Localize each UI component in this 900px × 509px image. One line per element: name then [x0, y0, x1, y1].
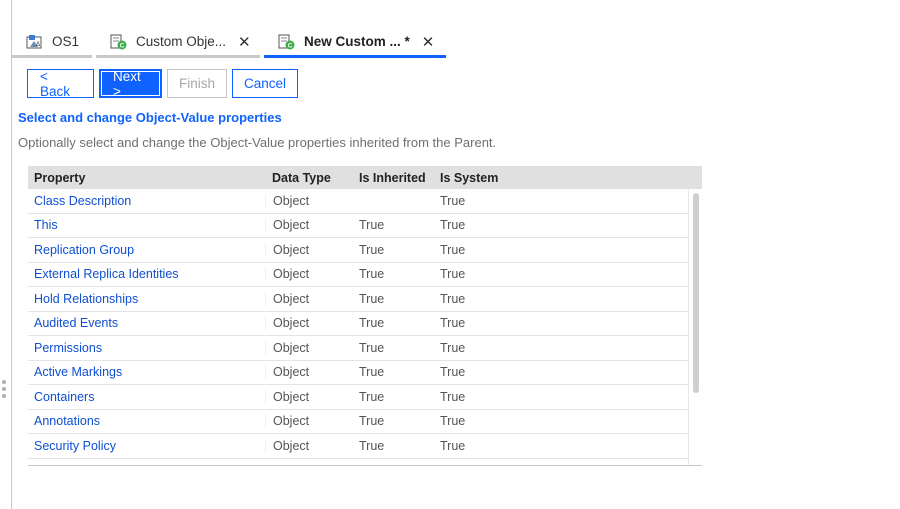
property-name-link[interactable]: Audited Events: [28, 316, 265, 330]
property-name-link[interactable]: This: [28, 218, 265, 232]
data-type-cell: Object: [265, 291, 352, 306]
object-store-icon: Δ: [26, 34, 44, 50]
is-inherited-cell: True: [359, 291, 385, 306]
property-name-link[interactable]: Annotations: [28, 414, 265, 428]
is-inherited-cell: True: [359, 218, 385, 233]
svg-text:C: C: [120, 42, 125, 49]
table-row[interactable]: Active Markings Object True True: [28, 361, 688, 385]
is-system-cell: True: [440, 438, 466, 453]
data-type-cell: Object: [265, 218, 352, 233]
is-inherited-cell: True: [359, 389, 385, 404]
table-row[interactable]: Replication Group Object True True: [28, 238, 688, 263]
table-row[interactable]: This Object True True: [28, 214, 688, 238]
class-definition-icon: C: [110, 34, 128, 50]
properties-table: Property Data Type Is Inherited Is Syste…: [28, 166, 702, 466]
column-header-is-inherited[interactable]: Is Inherited: [352, 171, 434, 185]
is-inherited-cell: True: [359, 414, 385, 429]
table-row[interactable]: Annotations Object True True: [28, 410, 688, 434]
is-system-cell: True: [440, 193, 466, 208]
table-body: Class Description Object True This Objec…: [28, 189, 702, 465]
cancel-button[interactable]: Cancel: [232, 69, 298, 98]
wizard-toolbar: < Back Next > Finish Cancel: [27, 69, 303, 99]
tab-bar: Δ OS1 C Custom Obje... ✕ C New Custom ..…: [12, 28, 450, 58]
property-name-link[interactable]: Class Description: [28, 194, 265, 208]
tab-label: OS1: [52, 34, 80, 49]
column-header-property[interactable]: Property: [28, 171, 265, 185]
left-panel-edge: [0, 0, 12, 509]
svg-text:C: C: [288, 42, 293, 49]
is-system-cell: True: [440, 242, 466, 257]
tab-label: New Custom ... *: [304, 34, 410, 49]
property-name-link[interactable]: Permissions: [28, 341, 265, 355]
is-inherited-cell: True: [359, 365, 385, 380]
column-header-is-system[interactable]: Is System: [434, 171, 514, 185]
is-system-cell: True: [440, 389, 466, 404]
table-row[interactable]: Class Description Object True: [28, 189, 688, 214]
svg-text:Δ: Δ: [36, 42, 40, 48]
property-name-link[interactable]: Containers: [28, 390, 265, 404]
is-inherited-cell: True: [359, 242, 385, 257]
is-system-cell: True: [440, 218, 466, 233]
tab-label: Custom Obje...: [136, 34, 227, 49]
data-type-cell: Object: [265, 242, 352, 257]
table-row[interactable]: External Replica Identities Object True …: [28, 263, 688, 287]
table-row[interactable]: Containers Object True True: [28, 385, 688, 410]
is-system-cell: True: [440, 316, 466, 331]
table-row[interactable]: Audited Events Object True True: [28, 312, 688, 336]
table-row[interactable]: Permissions Object True True: [28, 336, 688, 361]
data-type-cell: Object: [265, 365, 352, 380]
tab-new-custom-object[interactable]: C New Custom ... * ✕: [264, 28, 446, 58]
is-system-cell: True: [440, 365, 466, 380]
tab-os1[interactable]: Δ OS1: [12, 28, 92, 58]
is-inherited-cell: True: [359, 316, 385, 331]
data-type-cell: Object: [265, 414, 352, 429]
property-name-link[interactable]: Replication Group: [28, 243, 265, 257]
is-inherited-cell: True: [359, 438, 385, 453]
next-button[interactable]: Next >: [99, 69, 162, 99]
is-system-cell: True: [440, 267, 466, 282]
scrollbar-thumb[interactable]: [693, 193, 699, 393]
tab-custom-object[interactable]: C Custom Obje... ✕: [96, 28, 260, 58]
vertical-scrollbar[interactable]: [688, 189, 702, 465]
property-name-link[interactable]: Security Policy: [28, 439, 265, 453]
data-type-cell: Object: [265, 267, 352, 282]
data-type-cell: Object: [265, 193, 352, 208]
page-heading: Select and change Object-Value propertie…: [18, 110, 282, 125]
is-system-cell: True: [440, 340, 466, 355]
table-row[interactable]: Security Policy Object True True: [28, 434, 688, 459]
data-type-cell: Object: [265, 340, 352, 355]
page-description: Optionally select and change the Object-…: [18, 135, 497, 150]
back-button[interactable]: < Back: [27, 69, 94, 99]
finish-button[interactable]: Finish: [167, 69, 227, 98]
is-system-cell: True: [440, 414, 466, 429]
is-inherited-cell: True: [359, 267, 385, 282]
close-icon[interactable]: ✕: [422, 33, 435, 51]
property-name-link[interactable]: External Replica Identities: [28, 267, 265, 281]
is-system-cell: True: [440, 291, 466, 306]
is-inherited-cell: True: [359, 340, 385, 355]
close-icon[interactable]: ✕: [238, 33, 251, 51]
class-definition-icon: C: [278, 34, 296, 50]
resize-handle[interactable]: [2, 380, 8, 400]
data-type-cell: Object: [265, 389, 352, 404]
property-name-link[interactable]: Active Markings: [28, 365, 265, 379]
property-name-link[interactable]: Hold Relationships: [28, 292, 265, 306]
column-header-data-type[interactable]: Data Type: [265, 171, 352, 185]
data-type-cell: Object: [265, 438, 352, 453]
table-header: Property Data Type Is Inherited Is Syste…: [28, 166, 702, 189]
data-type-cell: Object: [265, 316, 352, 331]
table-row[interactable]: Hold Relationships Object True True: [28, 287, 688, 312]
